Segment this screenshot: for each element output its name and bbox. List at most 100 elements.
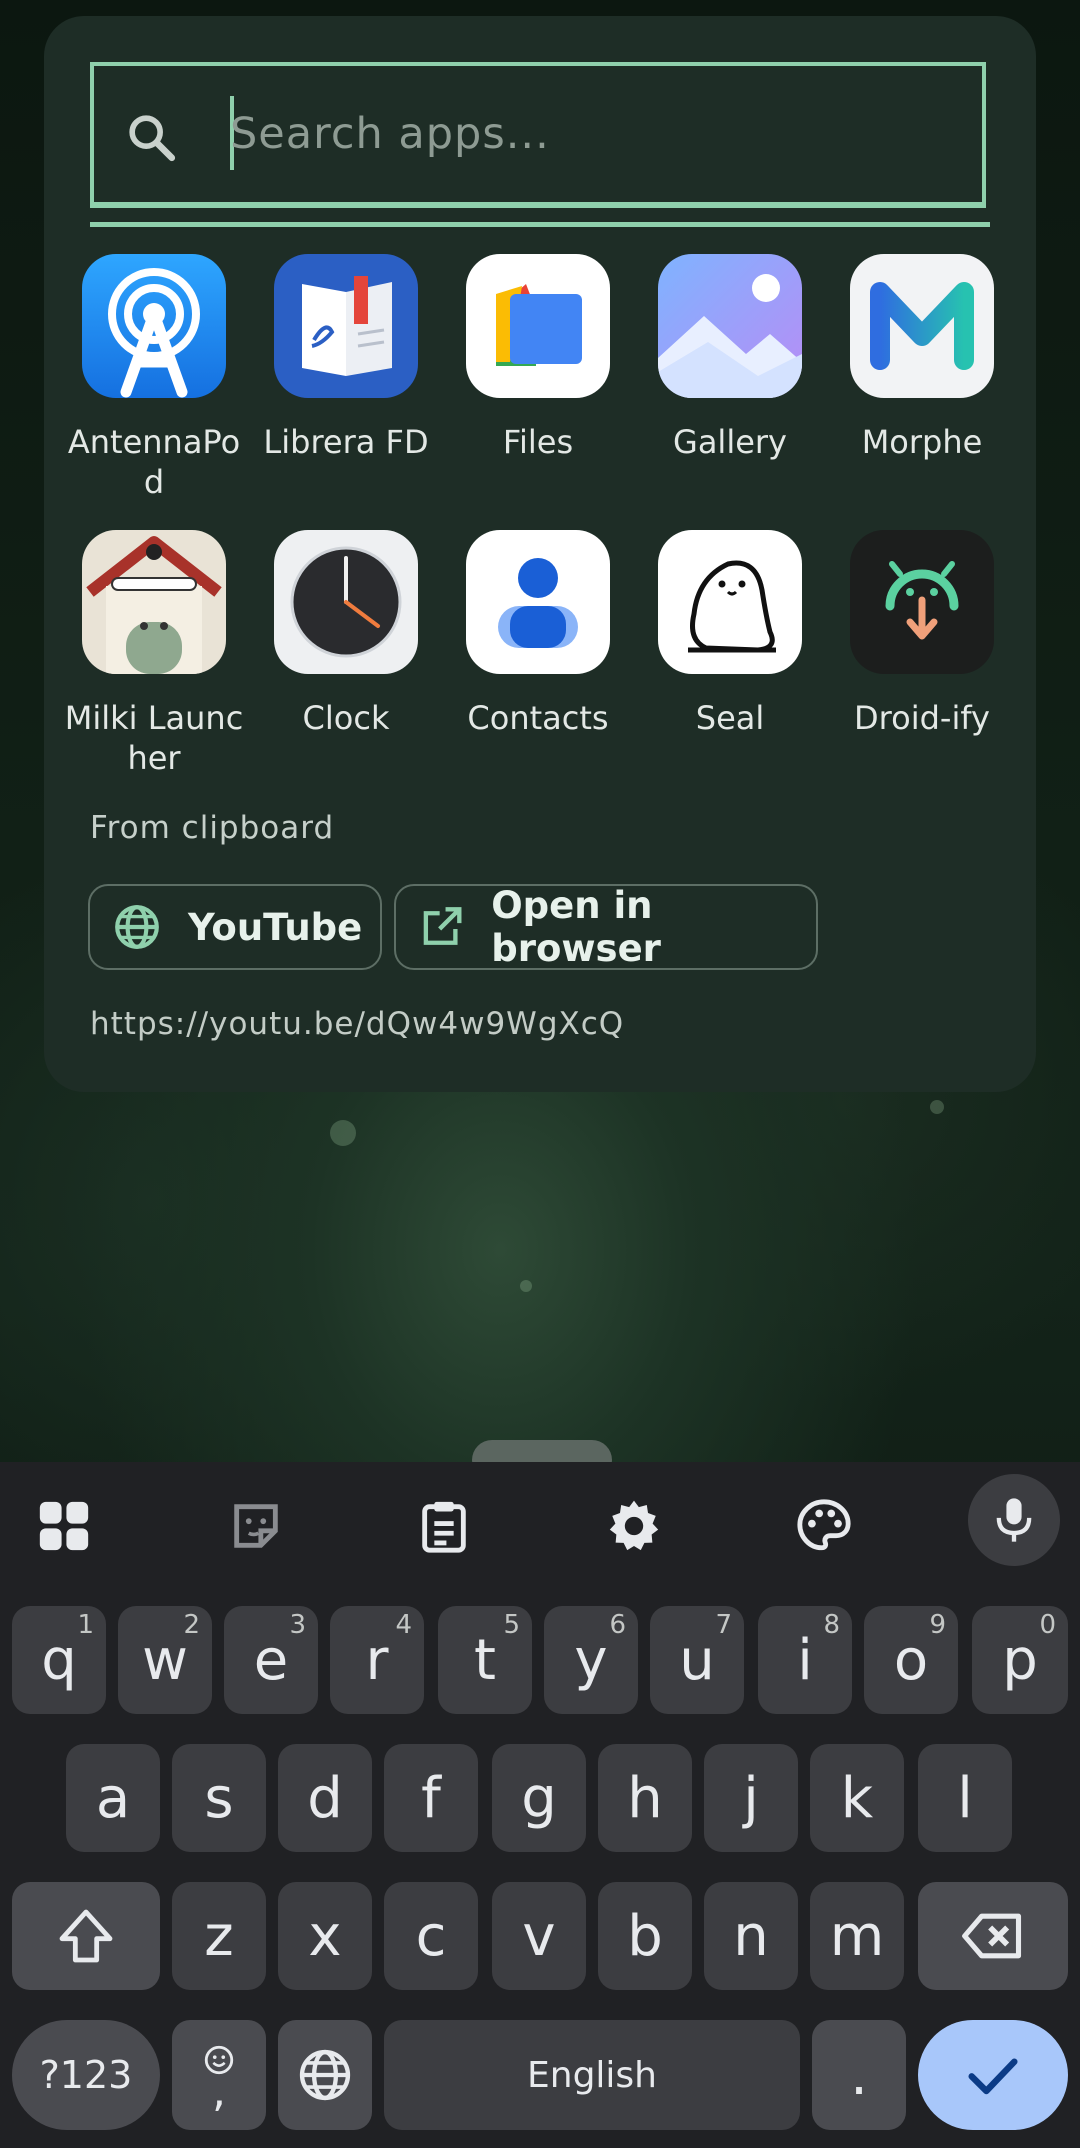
key-label: k xyxy=(840,1765,874,1831)
key-i[interactable]: i8 xyxy=(758,1606,852,1714)
app-antennapod[interactable]: AntennaPod xyxy=(58,254,250,502)
apps-grid-button[interactable] xyxy=(24,1486,104,1566)
app-label: Seal xyxy=(695,699,765,737)
app-label: Librera FD xyxy=(263,423,429,461)
app-seal[interactable]: Seal xyxy=(634,530,826,738)
key-j[interactable]: j xyxy=(704,1744,798,1852)
app-contacts[interactable]: Contacts xyxy=(442,530,634,738)
key-label: i xyxy=(797,1627,813,1693)
emoji-comma-key[interactable]: , xyxy=(172,2020,266,2130)
shift-icon xyxy=(59,1909,113,1963)
key-b[interactable]: b xyxy=(598,1882,692,1990)
key-s[interactable]: s xyxy=(172,1744,266,1852)
key-y[interactable]: y6 xyxy=(544,1606,638,1714)
key-label: s xyxy=(204,1765,234,1831)
key-label: a xyxy=(95,1765,131,1831)
key-n[interactable]: n xyxy=(704,1882,798,1990)
period-label: . xyxy=(850,2042,868,2108)
key-label: e xyxy=(253,1627,289,1693)
sticker-icon xyxy=(234,1504,278,1548)
key-q[interactable]: q1 xyxy=(12,1606,106,1714)
globe-icon xyxy=(115,905,159,949)
key-label: z xyxy=(204,1903,234,1969)
key-r[interactable]: r4 xyxy=(330,1606,424,1714)
key-k[interactable]: k xyxy=(810,1744,904,1852)
key-l[interactable]: l xyxy=(918,1744,1012,1852)
key-hint: 2 xyxy=(183,1610,200,1640)
app-morphe[interactable]: Morphe xyxy=(826,254,1018,462)
checkmark-icon xyxy=(968,2058,1018,2095)
key-c[interactable]: c xyxy=(384,1882,478,1990)
key-x[interactable]: x xyxy=(278,1882,372,1990)
microphone-icon xyxy=(996,1498,1032,1542)
files-icon xyxy=(466,254,610,398)
key-p[interactable]: p0 xyxy=(972,1606,1068,1714)
key-label: o xyxy=(893,1627,929,1693)
key-o[interactable]: o9 xyxy=(864,1606,958,1714)
backspace-icon xyxy=(962,1913,1022,1959)
app-droidify[interactable]: Droid-ify xyxy=(826,530,1018,738)
key-hint: 3 xyxy=(289,1610,306,1640)
youtube-chip-button[interactable]: YouTube xyxy=(88,884,382,970)
key-label: m xyxy=(829,1903,885,1969)
key-f[interactable]: f xyxy=(384,1744,478,1852)
palette-icon xyxy=(797,1499,851,1551)
space-key[interactable]: English xyxy=(384,2020,800,2130)
key-hint: 6 xyxy=(609,1610,626,1640)
key-g[interactable]: g xyxy=(492,1744,586,1852)
bokeh-light xyxy=(930,1100,944,1114)
milki-launcher-icon xyxy=(82,530,226,674)
clipboard-button[interactable] xyxy=(404,1486,484,1566)
seal-icon xyxy=(658,530,802,674)
symbols-label: ?123 xyxy=(39,2053,133,2097)
search-underline xyxy=(90,222,990,227)
open-in-browser-button[interactable]: Open in browser xyxy=(394,884,818,970)
key-label: q xyxy=(41,1627,77,1693)
settings-button[interactable] xyxy=(594,1486,674,1566)
app-clock[interactable]: Clock xyxy=(250,530,442,738)
voice-input-button[interactable] xyxy=(968,1474,1060,1566)
key-label: g xyxy=(521,1765,557,1831)
key-label: l xyxy=(957,1765,973,1831)
librera-icon xyxy=(274,254,418,398)
space-label: English xyxy=(527,2054,657,2096)
key-label: c xyxy=(415,1903,447,1969)
app-label: Gallery xyxy=(673,423,787,461)
app-librera[interactable]: Librera FD xyxy=(250,254,442,462)
key-d[interactable]: d xyxy=(278,1744,372,1852)
key-hint: 5 xyxy=(503,1610,520,1640)
key-w[interactable]: w2 xyxy=(118,1606,212,1714)
period-key[interactable]: . xyxy=(812,2020,906,2130)
symbols-key[interactable]: ?123 xyxy=(12,2020,160,2130)
key-label: b xyxy=(627,1903,663,1969)
app-files[interactable]: Files xyxy=(442,254,634,462)
app-label: Clock xyxy=(302,699,390,737)
key-m[interactable]: m xyxy=(810,1882,904,1990)
app-milki-launcher[interactable]: Milki Launcher xyxy=(58,530,250,778)
language-key[interactable] xyxy=(278,2020,372,2130)
shift-key[interactable] xyxy=(12,1882,160,1990)
enter-key[interactable] xyxy=(918,2020,1068,2130)
app-gallery[interactable]: Gallery xyxy=(634,254,826,462)
antennapod-icon xyxy=(82,254,226,398)
backspace-key[interactable] xyxy=(918,1882,1068,1990)
key-label: n xyxy=(733,1903,769,1969)
key-h[interactable]: h xyxy=(598,1744,692,1852)
key-z[interactable]: z xyxy=(172,1882,266,1990)
key-e[interactable]: e3 xyxy=(224,1606,318,1714)
gallery-icon xyxy=(658,254,802,398)
key-label: u xyxy=(679,1627,715,1693)
theme-button[interactable] xyxy=(784,1486,864,1566)
app-label: AntennaPod xyxy=(67,423,241,501)
key-v[interactable]: v xyxy=(492,1882,586,1990)
key-u[interactable]: u7 xyxy=(650,1606,744,1714)
key-label: r xyxy=(365,1627,389,1693)
key-a[interactable]: a xyxy=(66,1744,160,1852)
key-label: p xyxy=(1002,1627,1038,1693)
app-label: Droid-ify xyxy=(854,699,990,737)
search-input[interactable] xyxy=(230,94,930,174)
search-icon xyxy=(124,110,180,166)
open-in-browser-label: Open in browser xyxy=(491,884,661,970)
sticker-button[interactable] xyxy=(216,1486,296,1566)
key-t[interactable]: t5 xyxy=(438,1606,532,1714)
